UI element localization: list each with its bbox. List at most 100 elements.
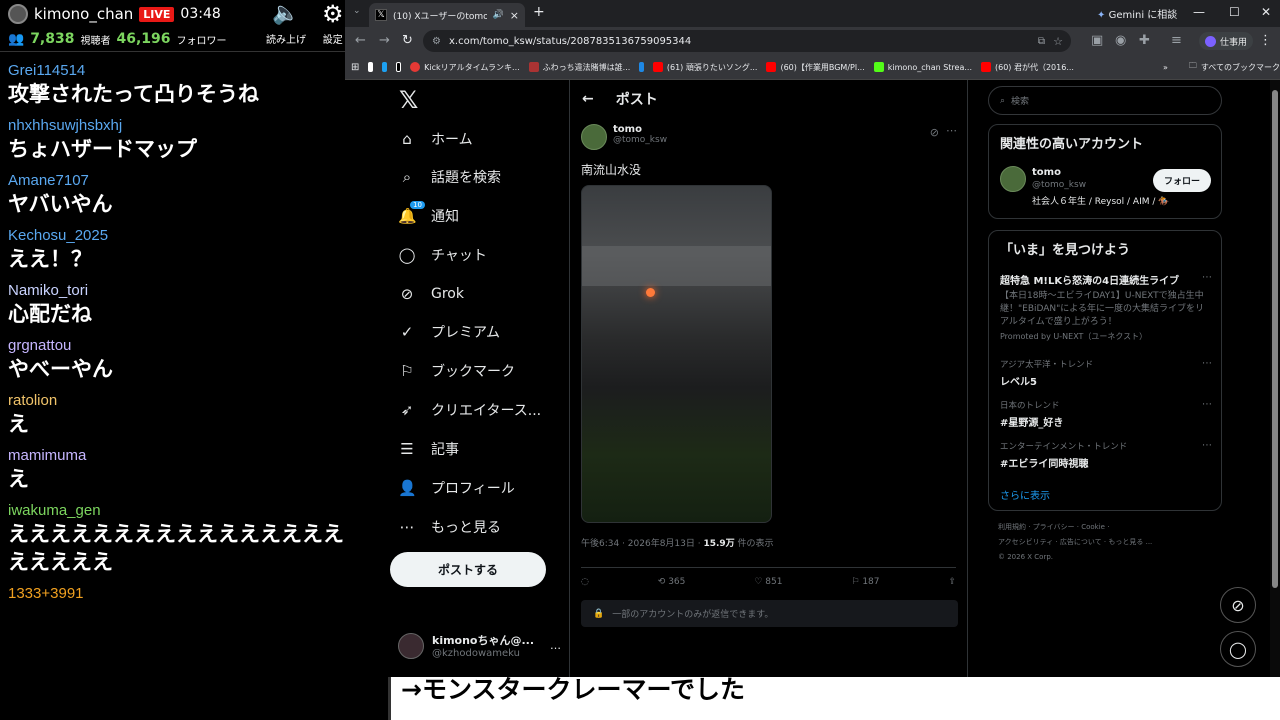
close-tab-icon[interactable]: × (510, 9, 519, 22)
extensions-icon[interactable]: ✚ (1139, 33, 1150, 48)
more-bookmarks-icon[interactable]: » (1163, 63, 1168, 72)
reply-icon[interactable]: ◌ (581, 577, 589, 587)
author-handle[interactable]: @tomo_ksw (613, 135, 667, 145)
more-dots-icon[interactable]: ⋯ (1202, 272, 1212, 283)
bookmark-icon[interactable] (368, 62, 373, 72)
chat-username[interactable]: Namiko_tori (8, 282, 382, 300)
nav-notifications[interactable]: 🔔 10 通知 (398, 201, 459, 228)
site-info-icon[interactable]: ⚙ (432, 36, 441, 47)
bookmark-icon[interactable] (381, 62, 387, 72)
bookmark-item[interactable]: (60) 君が代（2016... (981, 62, 1074, 73)
scrollbar[interactable] (1270, 80, 1280, 720)
follow-button[interactable]: フォロー (1152, 169, 1211, 192)
bookmark-icon[interactable] (639, 62, 644, 72)
nav-more[interactable]: ⋯ もっと見る (398, 515, 502, 539)
apps-icon[interactable]: ⊞ (351, 62, 359, 73)
more-dots-icon[interactable]: ⋯ (946, 124, 957, 137)
relevant-avatar[interactable] (1000, 166, 1026, 192)
bookmark-item[interactable]: Kickリアルタイムランキ... (410, 62, 520, 73)
nav-chat[interactable]: ◯ チャット (398, 243, 487, 267)
relevant-handle[interactable]: @tomo_ksw (1032, 180, 1169, 190)
nav-home[interactable]: ⌂ ホーム (398, 127, 472, 151)
nav-grok[interactable]: ⊘ Grok (398, 282, 464, 306)
audio-icon[interactable]: 🔊 (493, 10, 504, 20)
chat-message: grgnattou やべーやん (8, 337, 382, 383)
chat-username[interactable]: nhxhhsuwjhsbxhj (8, 117, 382, 135)
profile-button[interactable]: 仕事用 (1199, 32, 1254, 50)
read-aloud-button[interactable]: 🔈 読み上げ (266, 2, 306, 47)
author-name[interactable]: tomo (613, 124, 667, 135)
nav-creator-studio[interactable]: ➶ クリエイタース... (398, 398, 541, 422)
more-dots-icon[interactable]: … (550, 639, 561, 652)
settings-button[interactable]: ⚙ 設定 (322, 2, 344, 46)
post-button[interactable]: ポストする (390, 552, 546, 587)
address-bar[interactable]: ⚙ x.com/tomo_ksw/status/2087835136759095… (423, 30, 1071, 52)
bookmark-item[interactable]: (60)【作業用BGM/Pl... (766, 62, 865, 73)
promoted-trend[interactable]: 超特急 M!LKら怒涛の4日連続生ライブ 【本日18時〜エビライDAY1】U-N… (1000, 272, 1212, 342)
close-window-icon[interactable]: ✕ (1261, 5, 1271, 19)
forward-icon[interactable]: → (379, 33, 390, 48)
x-logo-icon[interactable]: 𝕏 (399, 86, 418, 114)
more-dots-icon[interactable]: ⋯ (1202, 440, 1212, 451)
install-icon[interactable]: ⧉ (1038, 36, 1045, 47)
scrollbar-thumb[interactable] (1272, 90, 1278, 588)
back-arrow-icon[interactable]: ← (582, 91, 594, 107)
stream-time: 03:48 (180, 6, 221, 22)
more-dots-icon[interactable]: ⋯ (1202, 399, 1212, 410)
author-avatar[interactable] (581, 124, 607, 150)
retweet-icon: ⟲ (657, 577, 666, 587)
new-tab-icon[interactable]: + (533, 4, 545, 20)
extension-a-icon[interactable]: ▣ (1091, 33, 1103, 48)
x-bookmark-icon[interactable] (395, 62, 402, 72)
chat-username[interactable]: iwakuma_gen (8, 502, 382, 520)
reload-icon[interactable]: ↻ (402, 33, 413, 48)
nav-explore[interactable]: ⌕ 話題を検索 (398, 165, 501, 189)
bookmark-item[interactable]: kimono_chan Strea... (873, 62, 972, 72)
chat-username[interactable]: mamimuma (8, 447, 382, 465)
search-input[interactable]: ⌕ 検索 (988, 86, 1222, 115)
bookmark-button[interactable]: ⚐ 187 (851, 577, 879, 587)
maximize-icon[interactable]: ☐ (1229, 5, 1240, 19)
tab-list-icon[interactable]: ⌄ (353, 6, 361, 16)
gemini-button[interactable]: ✦ Gemini に相談 (1097, 6, 1177, 21)
grok-icon[interactable]: ⊘ (930, 126, 939, 139)
post-video[interactable] (581, 185, 772, 523)
show-more-link[interactable]: さらに表示 (1000, 487, 1050, 502)
chat-username[interactable]: 1333+3991 (8, 585, 382, 603)
post-author[interactable]: tomo @tomo_ksw (581, 124, 667, 150)
chat-message: nhxhhsuwjhsbxhj ちょハザードマップ (8, 117, 382, 163)
channel-avatar (8, 4, 28, 24)
bookmark-item[interactable]: (61) 頑張りたいソング... (652, 62, 757, 73)
relevant-name[interactable]: tomo (1032, 167, 1169, 178)
chat-username[interactable]: Amane7107 (8, 172, 382, 190)
chat-username[interactable]: ratolion (8, 392, 382, 410)
chat-username[interactable]: Grei114514 (8, 62, 382, 80)
share-icon[interactable]: ⇪ (948, 577, 956, 587)
more-dots-icon[interactable]: ⋯ (1202, 358, 1212, 369)
trend-item[interactable]: 日本のトレンド #星野源_好き ⋯ (1000, 399, 1212, 429)
messages-float-icon[interactable]: ◯ (1220, 631, 1256, 667)
nav-bookmarks[interactable]: ⚐ ブックマーク (398, 359, 515, 383)
all-bookmarks[interactable]: 🗀 すべてのブックマーク (1189, 60, 1280, 74)
menu-icon[interactable]: ⋮ (1259, 33, 1272, 48)
nav-profile[interactable]: 👤 プロフィール (398, 476, 515, 500)
trend-item[interactable]: アジア太平洋・トレンド レベル5 ⋯ (1000, 358, 1212, 388)
retweet-button[interactable]: ⟲ 365 (658, 577, 686, 587)
star-icon[interactable]: ☆ (1053, 35, 1063, 48)
tab-active[interactable]: 𝕏 (10) Xユーザーのtomoさん:「南 🔊 × (369, 3, 525, 27)
chat-username[interactable]: Kechosu_2025 (8, 227, 382, 245)
chat-username[interactable]: grgnattou (8, 337, 382, 355)
back-icon[interactable]: ← (355, 33, 366, 48)
like-button[interactable]: ♡ 851 (754, 577, 782, 587)
media-icon[interactable]: ≡ (1171, 33, 1182, 48)
bookmark-item[interactable]: ふわっち違法賭博は誰... (528, 62, 630, 73)
grok-float-icon[interactable]: ⊘ (1220, 587, 1256, 623)
minimize-icon[interactable]: — (1193, 5, 1205, 19)
extension-b-icon[interactable]: ◉ (1115, 33, 1126, 48)
nav-articles[interactable]: ☰ 記事 (398, 437, 459, 461)
nav-premium[interactable]: ✓ プレミアム (398, 320, 500, 344)
post-time[interactable]: 午後6:34 · 2026年8月13日 · (581, 539, 703, 549)
tab-bar: ⌄ 𝕏 (10) Xユーザーのtomoさん:「南 🔊 × + ✦ Gemini … (345, 0, 1280, 27)
account-switcher[interactable]: kimonoちゃん@... @kzhodowameku … (398, 632, 561, 659)
trend-item[interactable]: エンターテインメント・トレンド #エビライ同時視聴 ⋯ (1000, 440, 1212, 470)
